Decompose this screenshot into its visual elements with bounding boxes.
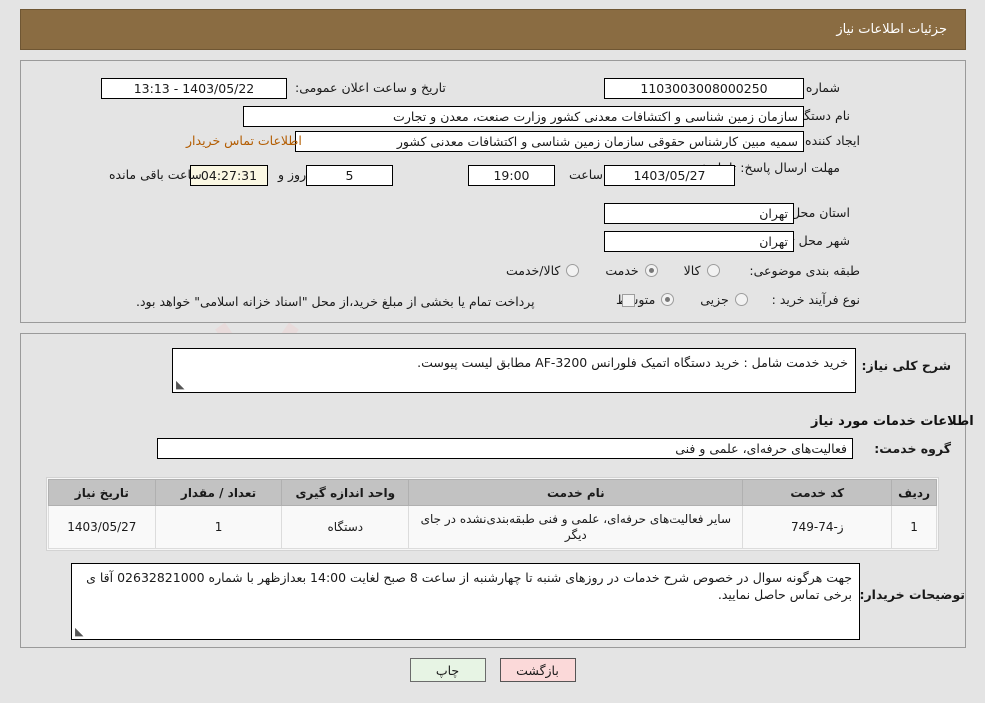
process-radio-group: جزیی متوسط (590, 292, 748, 307)
th-code: کد خدمت (742, 479, 893, 506)
deadline-label-wrap: مهلت ارسال پاسخ: تا تاریخ: (695, 160, 840, 176)
radio-circle-kala[interactable] (706, 264, 720, 277)
cell-date: 1403/05/27 (48, 505, 156, 549)
th-name: نام خدمت (408, 479, 744, 506)
remaining-time-suffix: ساعت باقی مانده (109, 167, 202, 182)
table-header-row: ردیف کد خدمت نام خدمت واحد اندازه گیری ت… (48, 479, 937, 506)
radio-circle-khedmat[interactable] (644, 264, 658, 277)
category-label: طبقه بندی موضوعی: (749, 263, 860, 278)
page-title: جزئیات اطلاعات نیاز (836, 22, 947, 37)
deadline-label: مهلت ارسال پاسخ: تا تاریخ: (695, 160, 840, 175)
process-label: نوع فرآیند خرید : (771, 292, 860, 307)
deadline-date: 1403/05/27 (604, 165, 735, 186)
service-group-label: گروه خدمت: (874, 441, 951, 456)
city-value: تهران (604, 231, 794, 252)
process-radio-jozi-label: جزیی (700, 292, 729, 307)
cell-unit: دستگاه (281, 505, 410, 549)
buyer-org-value: سازمان زمین شناسی و اکتشافات معدنی کشور … (243, 106, 804, 127)
services-table: ردیف کد خدمت نام خدمت واحد اندازه گیری ت… (48, 479, 937, 549)
radio-circle-motavaset[interactable] (661, 293, 675, 306)
need-number-value: 1103003008000250 (604, 78, 804, 99)
th-unit: واحد اندازه گیری (281, 479, 410, 506)
radio-circle-jozi[interactable] (734, 293, 748, 306)
resize-grip-icon-notes[interactable]: ◢ (75, 625, 85, 638)
cell-code: ز-74-749 (742, 505, 893, 549)
th-qty: تعداد / مقدار (154, 479, 283, 506)
radio-circle-kala-khedmat[interactable] (566, 264, 580, 277)
buyer-notes-textarea[interactable]: جهت هرگونه سوال در خصوص شرح خدمات در روز… (71, 563, 860, 640)
category-radio-group: کالا خدمت کالا/خدمت (480, 263, 720, 278)
buyer-notes-label-wrap: توضیحات خریدار: (859, 587, 965, 602)
province-value: تهران (604, 203, 794, 224)
announce-datetime-label: تاریخ و ساعت اعلان عمومی: (295, 80, 446, 95)
category-radio-khedmat-label: خدمت (605, 263, 639, 278)
services-section-title: اطلاعات خدمات مورد نیاز (811, 414, 974, 429)
th-radif: ردیف (891, 479, 937, 506)
cell-name: سایر فعالیت‌های حرفه‌ای، علمی و فنی طبقه… (408, 505, 744, 549)
announce-datetime-label-wrap: تاریخ و ساعت اعلان عمومی: (295, 80, 446, 95)
general-desc-label-wrap: شرح کلی نیاز: (861, 358, 951, 373)
buyer-contact-link[interactable]: اطلاعات تماس خریدار (186, 133, 302, 148)
buyer-notes-label: توضیحات خریدار: (859, 587, 965, 602)
general-desc-value: خرید خدمت شامل : خرید دستگاه اتمیک فلورا… (417, 355, 848, 370)
process-radio-jozi[interactable]: جزیی (700, 292, 748, 307)
requester-value: سمیه مبین کارشناس حقوقی سازمان زمین شناس… (295, 131, 804, 152)
deadline-hour-label: ساعت (569, 167, 604, 182)
service-group-label-wrap: گروه خدمت: (865, 441, 951, 456)
remaining-days: 5 (306, 165, 393, 186)
category-radio-kala-khedmat[interactable]: کالا/خدمت (506, 263, 580, 278)
cell-radif: 1 (891, 505, 937, 549)
buyer-notes-value: جهت هرگونه سوال در خصوص شرح خدمات در روز… (86, 570, 852, 602)
need-summary-panel (20, 60, 966, 323)
category-radio-kala-khedmat-label: کالا/خدمت (506, 263, 561, 278)
treasury-note: پرداخت تمام یا بخشی از مبلغ خرید،از محل … (136, 294, 535, 309)
services-table-wrapper: ردیف کد خدمت نام خدمت واحد اندازه گیری ت… (46, 477, 939, 551)
remaining-days-suffix: روز و (278, 167, 307, 182)
process-label-wrap: نوع فرآیند خرید : (740, 292, 860, 307)
table-row: 1 ز-74-749 سایر فعالیت‌های حرفه‌ای، علمی… (48, 505, 937, 549)
th-date: تاریخ نیاز (48, 479, 156, 506)
button-bar: بازگشت چاپ (0, 658, 985, 682)
deadline-hour: 19:00 (468, 165, 555, 186)
service-group-value: فعالیت‌های حرفه‌ای، علمی و فنی (157, 438, 853, 459)
category-label-wrap: طبقه بندی موضوعی: (740, 263, 860, 278)
general-desc-textarea[interactable]: خرید خدمت شامل : خرید دستگاه اتمیک فلورا… (172, 348, 856, 393)
resize-grip-icon[interactable]: ◢ (176, 378, 186, 391)
page-header: جزئیات اطلاعات نیاز (20, 9, 966, 50)
announce-datetime-value: 1403/05/22 - 13:13 (101, 78, 287, 99)
category-radio-khedmat[interactable]: خدمت (605, 263, 658, 278)
cell-qty: 1 (154, 505, 283, 549)
general-desc-label: شرح کلی نیاز: (861, 358, 951, 373)
page-root: AriaTender.net جزئیات اطلاعات نیاز شماره… (0, 0, 985, 703)
category-radio-kala-label: کالا (683, 263, 701, 278)
back-button[interactable]: بازگشت (499, 658, 576, 682)
category-radio-kala[interactable]: کالا (684, 263, 720, 278)
print-button[interactable]: چاپ (409, 658, 486, 682)
treasury-checkbox[interactable] (622, 294, 635, 307)
